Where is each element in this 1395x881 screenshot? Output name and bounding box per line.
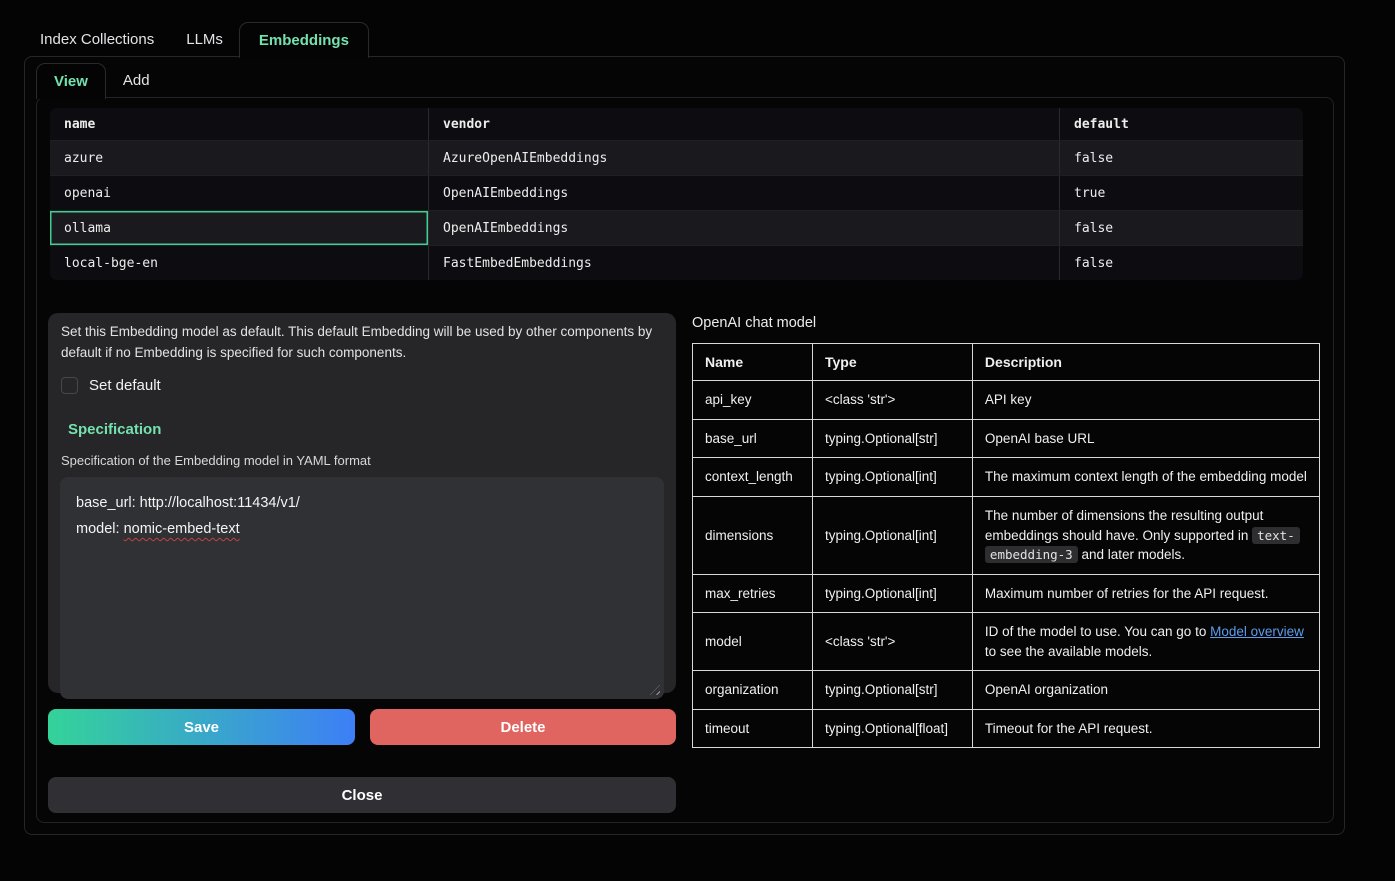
- sub-tab-bar: View Add: [36, 63, 167, 98]
- doc-row-max-retries: max_retries typing.Optional[int] Maximum…: [693, 574, 1320, 613]
- param-name: context_length: [693, 458, 813, 497]
- cell-vendor: OpenAIEmbeddings: [428, 176, 1059, 210]
- param-type: typing.Optional[int]: [812, 574, 972, 613]
- tab-llms[interactable]: LLMs: [170, 22, 239, 57]
- tab-view[interactable]: View: [36, 63, 106, 99]
- doc-row-dimensions: dimensions typing.Optional[int] The numb…: [693, 496, 1320, 574]
- cell-name[interactable]: openai: [50, 176, 428, 210]
- set-default-checkbox[interactable]: [61, 377, 78, 394]
- column-header-default: default: [1059, 108, 1303, 140]
- model-overview-link[interactable]: Model overview: [1210, 624, 1304, 639]
- cell-vendor: FastEmbedEmbeddings: [428, 246, 1059, 280]
- doc-col-name: Name: [693, 344, 813, 381]
- tab-index-collections[interactable]: Index Collections: [24, 22, 170, 57]
- table-row[interactable]: local-bge-en FastEmbedEmbeddings false: [50, 245, 1303, 280]
- close-button[interactable]: Close: [48, 777, 676, 813]
- cell-vendor: AzureOpenAIEmbeddings: [428, 141, 1059, 175]
- param-description: The number of dimensions the resulting o…: [972, 496, 1319, 574]
- param-doc-title: OpenAI chat model: [692, 315, 816, 331]
- param-type: typing.Optional[str]: [812, 419, 972, 458]
- cell-name[interactable]: azure: [50, 141, 428, 175]
- param-name: model: [693, 613, 813, 671]
- param-name: dimensions: [693, 496, 813, 574]
- embeddings-table-header: name vendor default: [50, 108, 1303, 140]
- param-type: typing.Optional[float]: [812, 709, 972, 748]
- specification-caption: Specification of the Embedding model in …: [61, 453, 663, 468]
- param-description: Timeout for the API request.: [972, 709, 1319, 748]
- param-description: The maximum context length of the embedd…: [972, 458, 1319, 497]
- param-type: typing.Optional[int]: [812, 496, 972, 574]
- doc-row-organization: organization typing.Optional[str] OpenAI…: [693, 671, 1320, 710]
- doc-row-context-length: context_length typing.Optional[int] The …: [693, 458, 1320, 497]
- yaml-model-value: nomic-embed-text: [124, 521, 240, 537]
- param-type: typing.Optional[int]: [812, 458, 972, 497]
- table-row[interactable]: openai OpenAIEmbeddings true: [50, 175, 1303, 210]
- set-default-row: Set default: [61, 377, 663, 394]
- doc-header-row: Name Type Description: [693, 344, 1320, 381]
- param-name: max_retries: [693, 574, 813, 613]
- cell-default: true: [1059, 176, 1303, 210]
- column-header-name: name: [50, 108, 428, 140]
- param-description: OpenAI base URL: [972, 419, 1319, 458]
- tab-add[interactable]: Add: [106, 63, 167, 98]
- doc-col-type: Type: [812, 344, 972, 381]
- table-row-selected[interactable]: ollama OpenAIEmbeddings false: [50, 210, 1303, 245]
- column-header-vendor: vendor: [428, 108, 1059, 140]
- param-type: <class 'str'>: [812, 381, 972, 420]
- specification-heading: Specification: [68, 421, 663, 438]
- set-default-label: Set default: [89, 377, 161, 394]
- param-name: api_key: [693, 381, 813, 420]
- embeddings-table: name vendor default azure AzureOpenAIEmb…: [50, 108, 1303, 280]
- doc-row-base-url: base_url typing.Optional[str] OpenAI bas…: [693, 419, 1320, 458]
- doc-row-model: model <class 'str'> ID of the model to u…: [693, 613, 1320, 671]
- cell-default: false: [1059, 211, 1303, 245]
- doc-row-api-key: api_key <class 'str'> API key: [693, 381, 1320, 420]
- delete-button[interactable]: Delete: [370, 709, 676, 745]
- param-description: Maximum number of retries for the API re…: [972, 574, 1319, 613]
- cell-name[interactable]: local-bge-en: [50, 246, 428, 280]
- doc-col-description: Description: [972, 344, 1319, 381]
- yaml-line-1: base_url: http://localhost:11434/v1/: [76, 490, 648, 516]
- param-doc-table: Name Type Description api_key <class 'st…: [692, 343, 1320, 748]
- set-default-help-text: Set this Embedding model as default. Thi…: [61, 322, 661, 364]
- table-row[interactable]: azure AzureOpenAIEmbeddings false: [50, 140, 1303, 175]
- save-button[interactable]: Save: [48, 709, 355, 745]
- cell-name-selected[interactable]: ollama: [50, 211, 428, 245]
- tab-embeddings[interactable]: Embeddings: [239, 22, 369, 58]
- param-name: timeout: [693, 709, 813, 748]
- param-name: organization: [693, 671, 813, 710]
- cell-default: false: [1059, 246, 1303, 280]
- param-type: <class 'str'>: [812, 613, 972, 671]
- textarea-resize-handle[interactable]: [650, 685, 660, 695]
- param-type: typing.Optional[str]: [812, 671, 972, 710]
- doc-row-timeout: timeout typing.Optional[float] Timeout f…: [693, 709, 1320, 748]
- yaml-line-2: model: nomic-embed-text: [76, 516, 648, 542]
- embedding-detail-card: Set this Embedding model as default. Thi…: [48, 313, 676, 693]
- yaml-spec-textarea[interactable]: base_url: http://localhost:11434/v1/ mod…: [60, 477, 664, 699]
- param-name: base_url: [693, 419, 813, 458]
- param-description: ID of the model to use. You can go to Mo…: [972, 613, 1319, 671]
- param-description: API key: [972, 381, 1319, 420]
- param-description: OpenAI organization: [972, 671, 1319, 710]
- main-tab-bar: Index Collections LLMs Embeddings: [24, 22, 369, 57]
- cell-vendor: OpenAIEmbeddings: [428, 211, 1059, 245]
- cell-default: false: [1059, 141, 1303, 175]
